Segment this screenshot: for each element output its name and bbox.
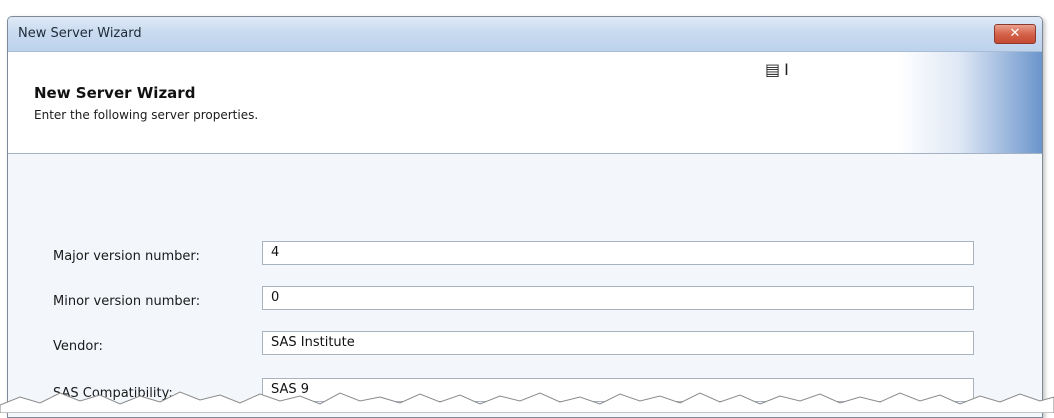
- close-icon: ✕: [1009, 26, 1021, 41]
- title-bar[interactable]: New Server Wizard ✕: [8, 17, 1042, 52]
- text-cursor-icon: ▤I: [765, 60, 793, 79]
- close-button[interactable]: ✕: [994, 24, 1036, 44]
- vendor-input[interactable]: SAS Institute: [262, 331, 974, 355]
- window-title: New Server Wizard: [18, 26, 142, 41]
- major-version-input[interactable]: 4: [262, 241, 974, 265]
- header-subtitle: Enter the following server properties.: [34, 108, 259, 122]
- header-title: New Server Wizard: [34, 84, 196, 102]
- wizard-window: New Server Wizard ✕ New Server Wizard En…: [7, 16, 1043, 418]
- major-version-label: Major version number:: [53, 249, 200, 264]
- vendor-label: Vendor:: [53, 339, 103, 354]
- form-area: Major version number: 4 Minor version nu…: [8, 154, 1042, 417]
- minor-version-label: Minor version number:: [53, 294, 201, 309]
- torn-paper-edge: [0, 391, 1054, 413]
- minor-version-input[interactable]: 0: [262, 286, 974, 310]
- wizard-header: New Server Wizard Enter the following se…: [8, 52, 1042, 154]
